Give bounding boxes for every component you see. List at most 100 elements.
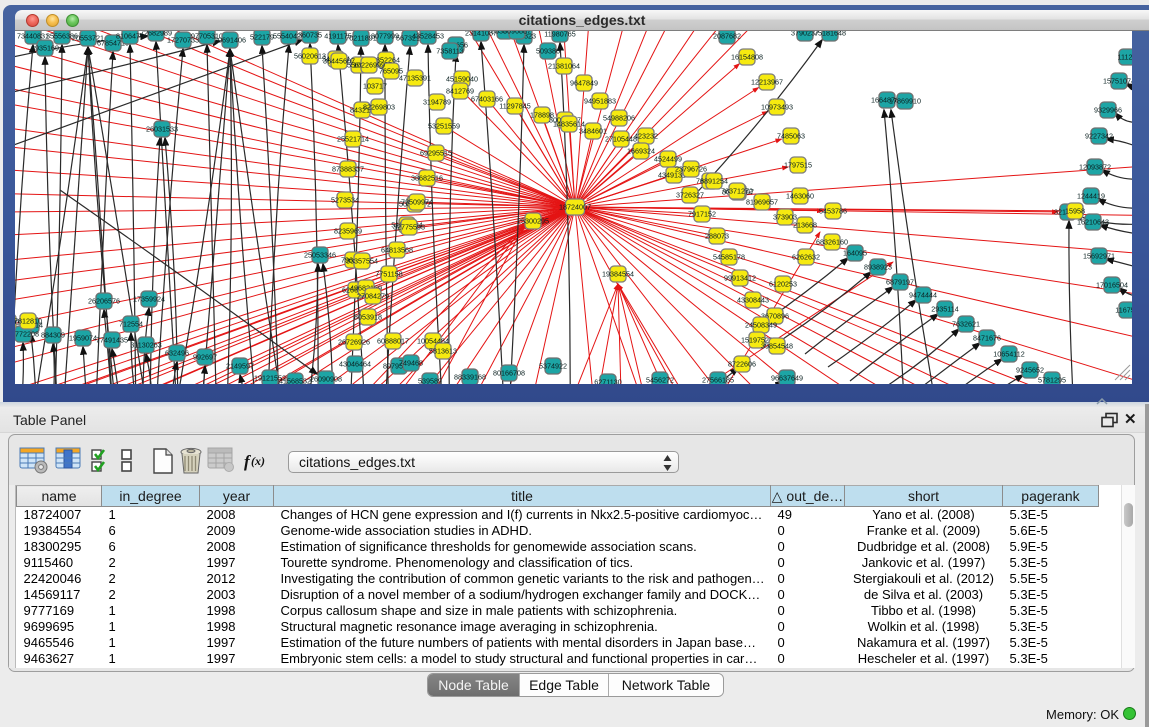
svg-text:33357554: 33357554 (346, 257, 378, 266)
svg-text:1797515: 1797515 (784, 161, 812, 170)
svg-text:1244419: 1244419 (1077, 192, 1105, 201)
svg-text:60888017: 60888017 (377, 337, 409, 346)
svg-text:73440831: 73440831 (17, 32, 49, 41)
svg-text:5453786: 5453786 (819, 207, 847, 216)
svg-text:16154808: 16154808 (731, 53, 763, 62)
svg-text:27566185: 27566185 (702, 376, 734, 384)
svg-text:6271130: 6271130 (594, 378, 621, 384)
svg-text:7917152: 7917152 (688, 210, 716, 219)
svg-text:17869910: 17869910 (889, 97, 921, 106)
svg-text:82269803: 82269803 (363, 103, 395, 112)
svg-text:15692971: 15692971 (1083, 252, 1115, 261)
svg-text:12093872: 12093872 (1079, 163, 1111, 172)
svg-text:43046464: 43046464 (339, 360, 371, 369)
svg-text:5273534: 5273534 (331, 196, 359, 205)
svg-text:78371272: 78371272 (721, 187, 753, 196)
svg-text:12213967: 12213967 (751, 78, 783, 87)
svg-text:53251559: 53251559 (428, 122, 460, 131)
svg-text:26090908: 26090908 (310, 375, 342, 384)
svg-text:38682516: 38682516 (411, 174, 443, 183)
svg-text:20691406: 20691406 (214, 36, 246, 45)
svg-text:11980765: 11980765 (544, 31, 575, 39)
svg-text:47135391: 47135391 (399, 74, 431, 83)
svg-text:7812810: 7812810 (15, 317, 42, 326)
svg-text:2149597: 2149597 (226, 362, 254, 371)
svg-text:67403166: 67403166 (471, 95, 503, 104)
svg-text:1959074: 1959074 (69, 334, 97, 343)
svg-text:749468: 749468 (399, 359, 423, 368)
svg-text:522179: 522179 (250, 33, 274, 42)
svg-text:17016504: 17016504 (1096, 281, 1128, 290)
svg-text:45159040: 45159040 (446, 75, 478, 84)
svg-text:8096887: 8096887 (503, 31, 531, 36)
svg-text:26206576: 26206576 (88, 297, 120, 306)
svg-text:26031533: 26031533 (146, 125, 178, 134)
svg-text:116753: 116753 (1115, 306, 1132, 315)
svg-text:9329966: 9329966 (1094, 106, 1122, 115)
svg-text:39854548: 39854548 (761, 342, 793, 351)
svg-text:9647849: 9647849 (570, 79, 598, 88)
svg-text:7485063: 7485063 (777, 132, 805, 141)
svg-text:81969657: 81969657 (746, 198, 778, 207)
svg-text:8935169: 8935169 (31, 44, 59, 53)
svg-text:3484601: 3484601 (579, 127, 607, 136)
svg-text:5374922: 5374922 (539, 362, 567, 371)
svg-text:6891254: 6891254 (700, 177, 728, 186)
svg-text:15751074: 15751074 (1103, 77, 1132, 86)
svg-text:7632621: 7632621 (952, 320, 980, 329)
svg-text:26726926: 26726926 (338, 338, 370, 347)
svg-text:32775593: 32775593 (393, 223, 425, 232)
svg-text:992697: 992697 (193, 353, 217, 362)
svg-text:64813568: 64813568 (381, 246, 413, 255)
svg-text:31130263: 31130263 (130, 341, 161, 350)
svg-text:25300295: 25300295 (517, 217, 549, 226)
svg-text:43528453: 43528453 (412, 32, 444, 41)
svg-text:77491435: 77491435 (96, 336, 128, 345)
svg-text:5781295: 5781295 (1038, 376, 1066, 384)
svg-text:87388337: 87388337 (332, 165, 364, 174)
svg-text:3726327: 3726327 (676, 191, 704, 200)
svg-text:213668: 213668 (793, 221, 817, 230)
svg-text:54585178: 54585178 (713, 253, 745, 262)
svg-text:99913412: 99913412 (724, 274, 756, 283)
svg-text:25053346: 25053346 (304, 251, 336, 260)
svg-text:10973493: 10973493 (761, 103, 793, 112)
svg-text:1463060: 1463060 (786, 192, 814, 201)
svg-text:423232: 423232 (634, 132, 658, 141)
svg-text:2087682: 2087682 (713, 32, 741, 41)
svg-text:17359924: 17359924 (133, 295, 165, 304)
svg-text:509386: 509386 (536, 47, 560, 56)
svg-text:7358113: 7358113 (436, 47, 463, 56)
svg-text:96637649: 96637649 (771, 374, 803, 383)
svg-text:8471676: 8471676 (973, 334, 1001, 343)
svg-text:10226999: 10226999 (353, 61, 385, 70)
svg-text:164095: 164095 (843, 249, 867, 258)
svg-text:80166708: 80166708 (493, 369, 525, 378)
svg-text:73509974: 73509974 (401, 198, 433, 207)
svg-text:(x): (x) (251, 454, 265, 468)
svg-text:2935114: 2935114 (931, 305, 958, 314)
svg-text:8053918: 8053918 (354, 313, 382, 322)
svg-text:8235969: 8235969 (334, 227, 362, 236)
svg-text:9474444: 9474444 (909, 291, 937, 300)
svg-text:21381064: 21381064 (548, 62, 580, 71)
svg-text:41568532: 41568532 (279, 377, 311, 384)
svg-text:36445607: 36445607 (323, 57, 355, 66)
svg-text:712554: 712554 (119, 320, 143, 329)
svg-text:11297845: 11297845 (499, 102, 530, 111)
svg-text:6120253: 6120253 (769, 280, 797, 289)
svg-text:24508349: 24508349 (745, 321, 777, 330)
svg-text:88339168: 88339168 (454, 373, 486, 382)
svg-text:103717: 103717 (363, 82, 387, 91)
svg-text:16210643: 16210643 (1077, 218, 1109, 227)
svg-text:54988206: 54988206 (603, 114, 635, 123)
svg-text:19384554: 19384554 (602, 270, 634, 279)
svg-text:27105448: 27105448 (605, 135, 637, 144)
svg-text:4524499: 4524499 (654, 155, 682, 164)
svg-text:6262632: 6262632 (792, 253, 820, 262)
svg-text:11120: 11120 (1118, 53, 1132, 62)
svg-text:94951883: 94951883 (584, 97, 616, 106)
svg-text:10654112: 10654112 (993, 350, 1024, 359)
svg-text:539589: 539589 (418, 377, 442, 384)
svg-text:27084279: 27084279 (357, 292, 389, 301)
